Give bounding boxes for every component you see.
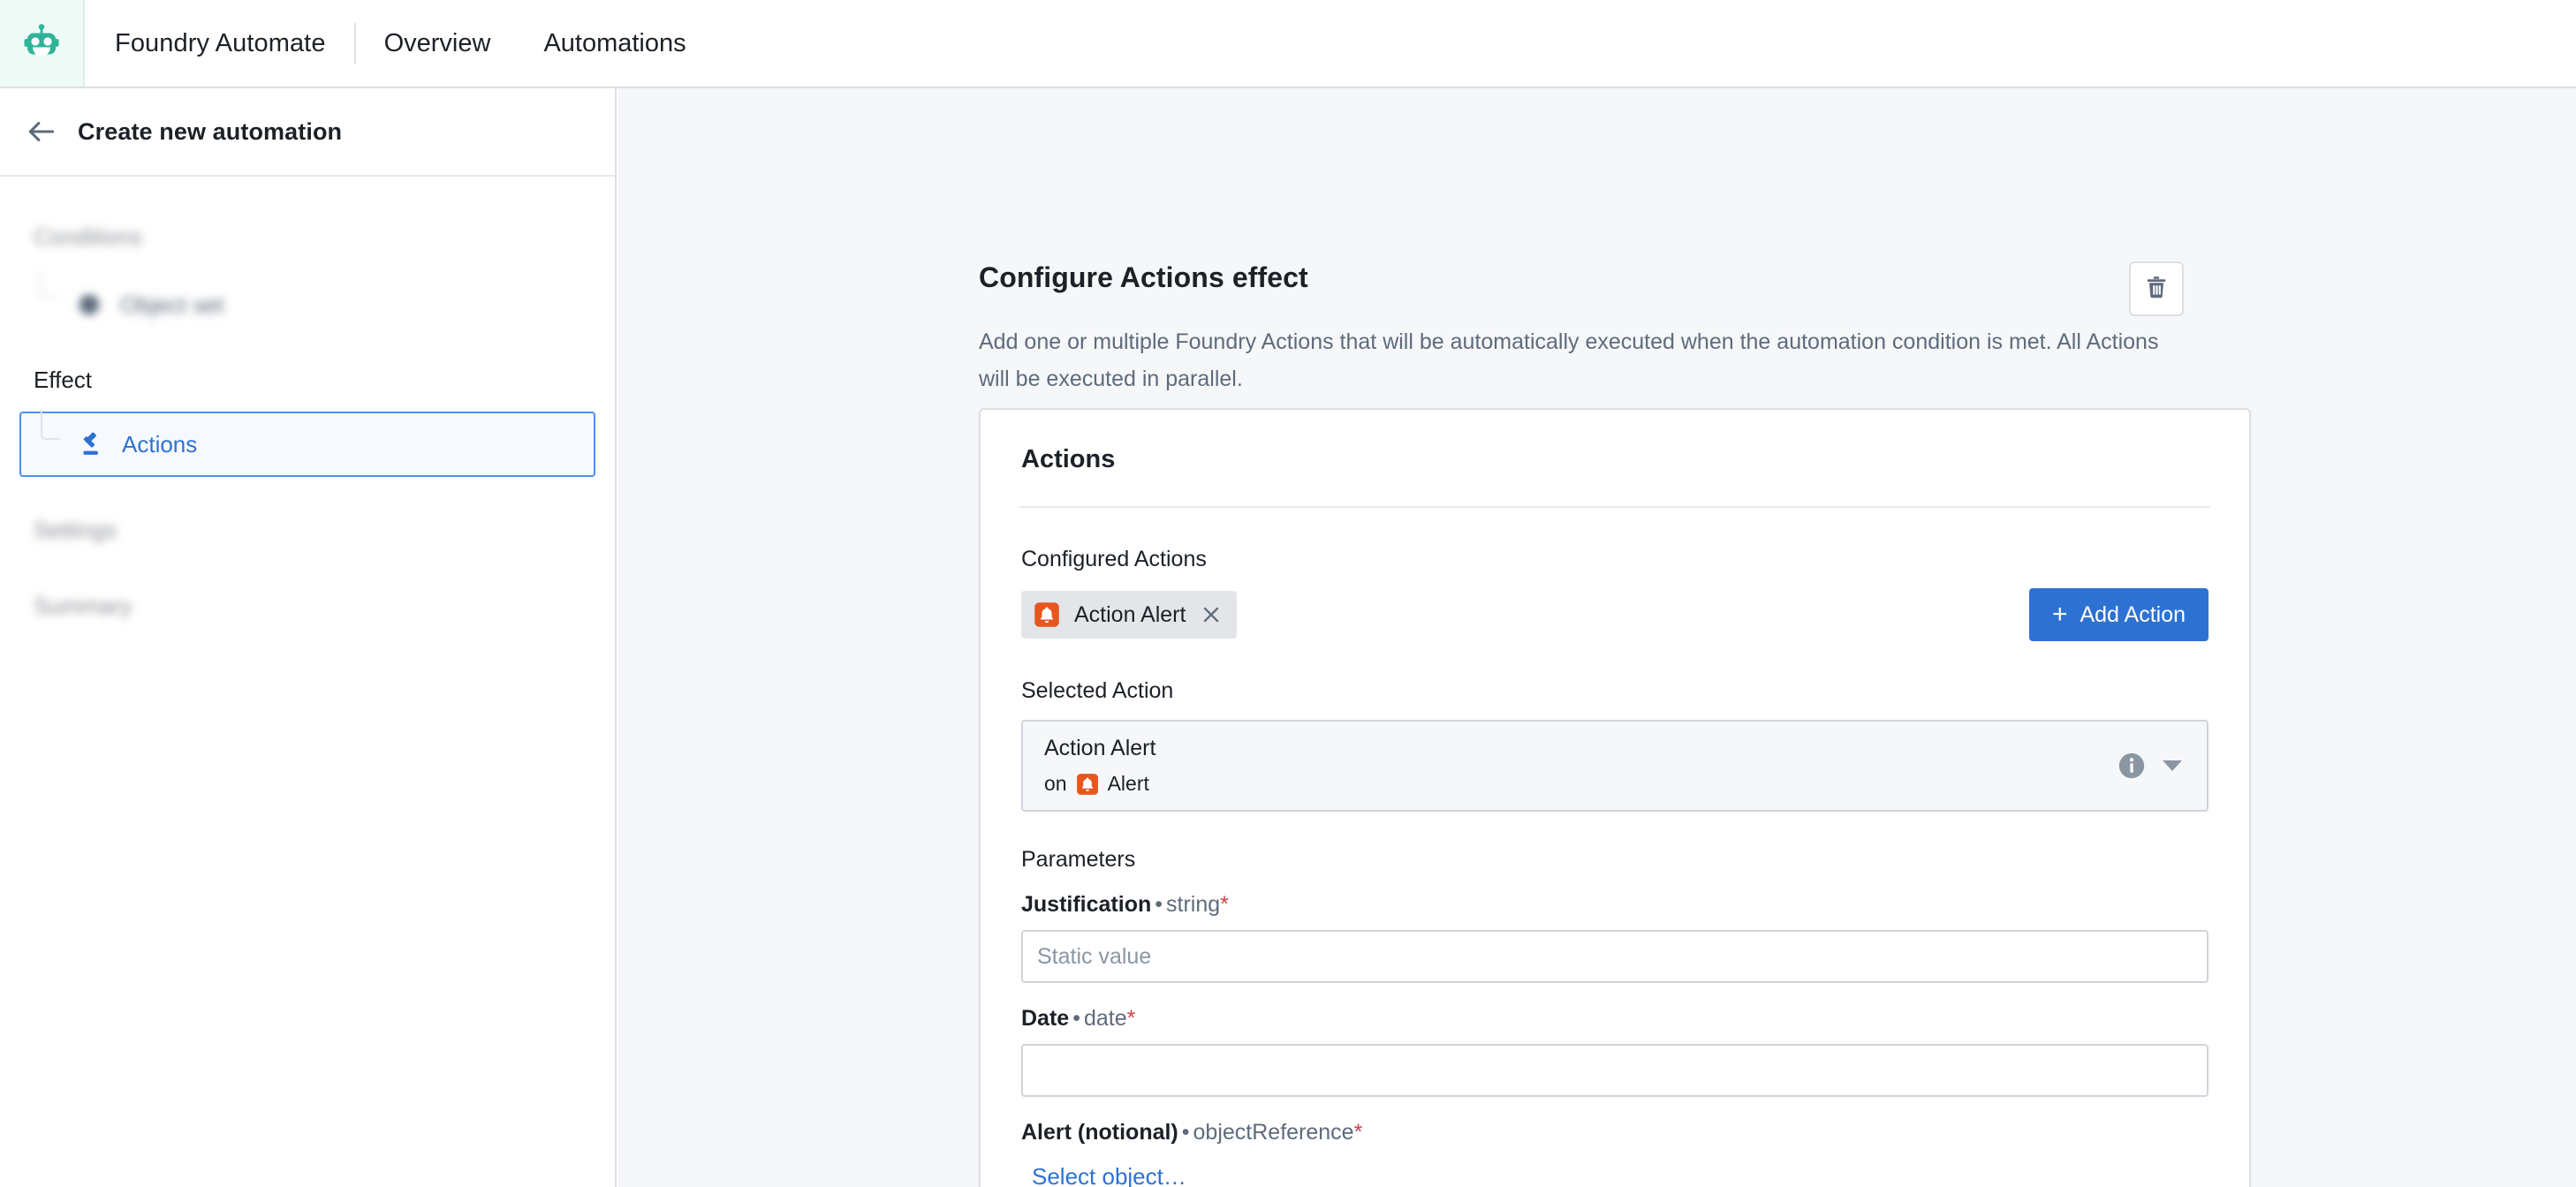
configured-actions-row: Action Alert + Add Action bbox=[981, 588, 2249, 641]
actions-card: Actions Configured Actions Action Alert bbox=[979, 408, 2251, 1187]
sidebar-group-settings[interactable]: Settings bbox=[0, 514, 615, 546]
sidebar-body: Conditions Object set Effect Actions Set… bbox=[0, 177, 615, 622]
close-icon[interactable] bbox=[1200, 603, 1223, 626]
add-action-button[interactable]: + Add Action bbox=[2028, 588, 2209, 641]
parameter-label-alert-notional: Alert (notional) • objectReference* bbox=[981, 1120, 2249, 1145]
nav-link-automations[interactable]: Automations bbox=[517, 29, 712, 58]
configured-action-label: Action Alert bbox=[1074, 601, 1186, 627]
parameter-label-justification: Justification • string* bbox=[981, 892, 2249, 918]
brand-title: Foundry Automate bbox=[115, 28, 326, 57]
parameter-type: objectReference bbox=[1193, 1120, 1354, 1145]
main-content: Configure Actions effect Add one or mult… bbox=[618, 88, 2576, 1187]
page-title: Configure Actions effect bbox=[979, 261, 1308, 293]
add-action-label: Add Action bbox=[2080, 601, 2186, 627]
parameter-separator: • bbox=[1181, 1120, 1190, 1145]
plus-icon: + bbox=[2051, 600, 2068, 629]
tree-connector bbox=[41, 410, 60, 440]
parameter-separator: • bbox=[1072, 1006, 1080, 1031]
sidebar-header: Create new automation bbox=[0, 88, 615, 177]
sidebar-title: Create new automation bbox=[78, 117, 343, 145]
sidebar-group-conditions: Conditions bbox=[34, 223, 142, 250]
object-set-icon bbox=[74, 290, 104, 320]
sidebar-group-effect: Effect bbox=[34, 366, 93, 393]
page-description: Add one or multiple Foundry Actions that… bbox=[979, 329, 2159, 391]
top-navigation-bar: Foundry Automate Overview Automations bbox=[0, 0, 2576, 88]
chevron-down-icon[interactable] bbox=[2163, 760, 2182, 771]
parameter-type: string bbox=[1166, 892, 1221, 917]
sidebar-item-object-set[interactable]: Object set bbox=[19, 268, 595, 337]
delete-effect-button[interactable] bbox=[2129, 261, 2184, 316]
sidebar-item-label: Actions bbox=[122, 430, 198, 457]
parameter-name: Date bbox=[1021, 1006, 1070, 1031]
selected-action-label: Selected Action bbox=[1021, 678, 1174, 703]
configured-actions-label: Configured Actions bbox=[1021, 547, 1207, 571]
required-marker: * bbox=[1353, 1120, 1363, 1145]
configured-action-tag[interactable]: Action Alert bbox=[1021, 591, 1238, 639]
selected-action-name: Action Alert bbox=[1044, 736, 1156, 760]
parameter-label-date: Date • date* bbox=[981, 1006, 2249, 1032]
selected-action-box[interactable]: Action Alert on Alert bbox=[1021, 720, 2209, 812]
sidebar-group-summary[interactable]: Summary bbox=[0, 590, 615, 622]
selected-action-controls bbox=[2117, 751, 2182, 781]
required-marker: * bbox=[1126, 1006, 1136, 1031]
parameter-type: date bbox=[1083, 1006, 1127, 1031]
parameter-name: Justification bbox=[1021, 892, 1152, 917]
select-object-link[interactable]: Select object… bbox=[1032, 1163, 1186, 1187]
required-marker: * bbox=[1220, 892, 1229, 917]
selected-action-object-type: Alert bbox=[1107, 772, 1149, 795]
sidebar: Create new automation Conditions Object … bbox=[0, 88, 617, 1187]
tree-connector bbox=[39, 268, 58, 299]
alert-bell-icon bbox=[1076, 773, 1099, 796]
sidebar-item-actions[interactable]: Actions bbox=[19, 410, 595, 477]
info-icon[interactable] bbox=[2117, 751, 2147, 781]
parameters-label: Parameters bbox=[1021, 847, 1136, 872]
selected-action-on-prefix: on bbox=[1044, 772, 1067, 795]
date-input[interactable] bbox=[1021, 1044, 2209, 1097]
parameter-separator: • bbox=[1155, 892, 1163, 917]
selected-action-subtitle: on Alert bbox=[1044, 772, 1155, 796]
sidebar-item-label: Object set bbox=[120, 291, 224, 318]
nav-items: Foundry Automate Overview Automations bbox=[85, 0, 713, 87]
nav-link-overview[interactable]: Overview bbox=[356, 29, 518, 58]
app-logo-tile[interactable] bbox=[0, 0, 85, 87]
gavel-icon bbox=[76, 429, 106, 459]
actions-card-title: Actions bbox=[1021, 445, 1116, 473]
alert-bell-icon bbox=[1034, 601, 1060, 628]
robot-icon bbox=[20, 20, 63, 67]
arrow-left-icon[interactable] bbox=[25, 115, 58, 148]
parameter-name: Alert (notional) bbox=[1021, 1120, 1178, 1145]
trash-icon bbox=[2143, 274, 2170, 305]
justification-input[interactable] bbox=[1021, 930, 2209, 983]
